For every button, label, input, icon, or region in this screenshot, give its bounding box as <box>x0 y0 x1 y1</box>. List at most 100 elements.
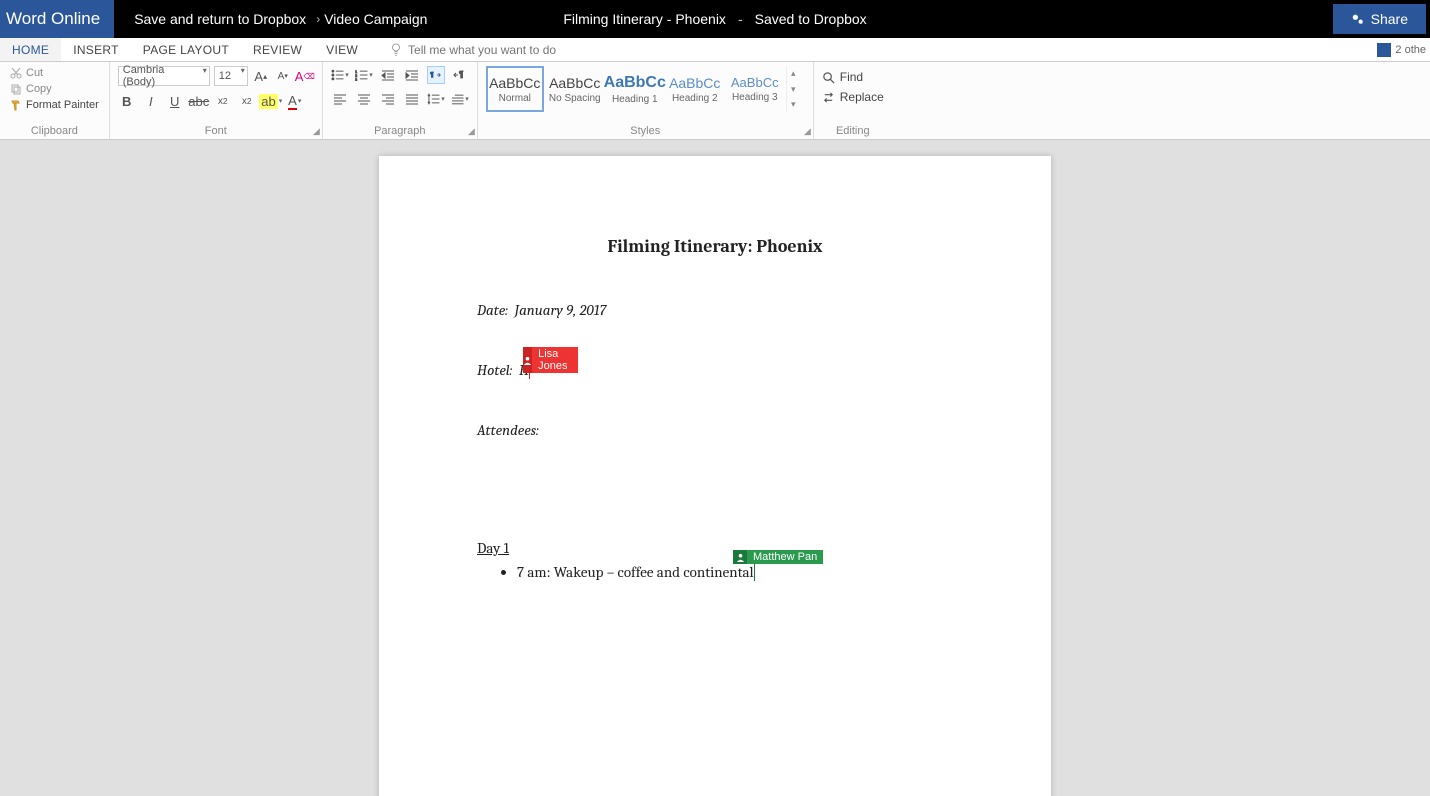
tab-view[interactable]: VIEW <box>314 38 370 61</box>
rtl-icon: ¶ <box>453 69 467 81</box>
find-button[interactable]: Find <box>822 70 884 84</box>
chevron-up-icon[interactable]: ▴ <box>791 68 796 79</box>
chevron-right-icon: › <box>316 12 320 26</box>
paragraph-dialog-launcher[interactable]: ◢ <box>468 126 475 137</box>
tell-me-search[interactable] <box>370 38 608 61</box>
share-button[interactable]: Share <box>1333 4 1426 34</box>
svg-text:3: 3 <box>355 78 357 81</box>
tab-home[interactable]: HOME <box>0 38 61 61</box>
grow-font-button[interactable]: A▴ <box>252 67 270 85</box>
font-color-button[interactable]: A▾ <box>286 92 304 110</box>
align-center-icon <box>357 93 371 105</box>
font-dialog-launcher[interactable]: ◢ <box>313 126 320 137</box>
format-painter-icon <box>10 99 22 111</box>
line-spacing-button[interactable]: ▾ <box>427 90 445 108</box>
lightbulb-icon <box>390 43 402 57</box>
special-indent-button[interactable]: ▾ <box>451 90 469 108</box>
justify-button[interactable] <box>403 90 421 108</box>
justify-icon <box>405 93 419 105</box>
italic-button[interactable]: I <box>142 92 160 110</box>
date-line[interactable]: Date: January 9, 2017 <box>477 301 953 319</box>
align-left-button[interactable] <box>331 90 349 108</box>
style-heading-3[interactable]: AaBbCc Heading 3 <box>726 66 784 112</box>
date-label: Date: <box>477 301 515 319</box>
styles-dialog-launcher[interactable]: ◢ <box>804 126 811 137</box>
align-center-button[interactable] <box>355 90 373 108</box>
list-item[interactable]: 7 am: Wakeup – coffee and continental Ma… <box>517 563 953 581</box>
day-heading[interactable]: Day 1 <box>477 539 953 557</box>
doc-title-wrap: Filming Itinerary - Phoenix - Saved to D… <box>563 11 866 27</box>
group-paragraph: ▾ 123▾ ¶ ¶ ▾ ▾ Paragraph ◢ <box>323 62 478 139</box>
highlight-button[interactable]: ab▾ <box>262 92 280 110</box>
cut-button[interactable]: Cut <box>8 66 101 80</box>
collaborator-name-lisa: Lisa Jones <box>532 347 578 373</box>
date-value: January 9, 2017 <box>515 301 607 319</box>
group-editing: Find Replace Editing <box>814 62 892 139</box>
day-1-list[interactable]: 7 am: Wakeup – coffee and continental Ma… <box>477 563 953 581</box>
format-painter-button[interactable]: Format Painter <box>8 98 101 112</box>
chevron-down-icon[interactable]: ▾ <box>791 84 796 95</box>
style-no-spacing[interactable]: AaBbCc No Spacing <box>546 66 604 112</box>
collaborator-tag-lisa[interactable]: Lisa Jones <box>523 347 578 373</box>
replace-button[interactable]: Replace <box>822 90 884 104</box>
styles-scroll[interactable]: ▴ ▾ ▾ <box>786 66 800 112</box>
increase-indent-button[interactable] <box>403 66 421 84</box>
collaborator-tag-matt[interactable]: Matthew Pan <box>733 550 823 564</box>
font-size-select[interactable]: 12 <box>214 66 248 86</box>
numbering-icon: 123 <box>355 69 368 81</box>
bold-button[interactable]: B <box>118 92 136 110</box>
align-right-button[interactable] <box>379 90 397 108</box>
bullets-icon <box>331 69 344 81</box>
svg-text:¶: ¶ <box>430 72 434 79</box>
ribbon: Cut Copy Format Painter Clipboard Cambri… <box>0 62 1430 140</box>
ltr-button[interactable]: ¶ <box>427 66 445 84</box>
svg-text:¶: ¶ <box>459 70 463 79</box>
attendees-line[interactable]: Attendees: <box>477 421 953 439</box>
presence-indicator[interactable]: 2 othe <box>1377 38 1430 61</box>
tab-insert[interactable]: INSERT <box>61 38 131 61</box>
bullets-button[interactable]: ▾ <box>331 66 349 84</box>
tab-review[interactable]: REVIEW <box>241 38 314 61</box>
font-name-select[interactable]: Cambria (Body) <box>118 66 210 86</box>
doc-title: Filming Itinerary - Phoenix <box>563 11 726 27</box>
group-clipboard: Cut Copy Format Painter Clipboard <box>0 62 110 139</box>
align-right-icon <box>381 93 395 105</box>
group-styles-label: Styles <box>486 125 805 139</box>
attendees-label: Attendees: <box>477 421 539 439</box>
hotel-line[interactable]: Hotel: H Lisa Jones <box>477 361 530 379</box>
strikethrough-button[interactable]: abc <box>190 92 208 110</box>
group-editing-label: Editing <box>822 125 884 139</box>
search-icon <box>822 71 835 84</box>
style-heading-2[interactable]: AaBbCc Heading 2 <box>666 66 724 112</box>
document-canvas[interactable]: Filming Itinerary: Phoenix Date: January… <box>0 140 1430 796</box>
person-icon <box>733 550 747 564</box>
breadcrumb-save-return[interactable]: Save and return to Dropbox <box>134 11 306 27</box>
group-styles: AaBbCc Normal AaBbCc No Spacing AaBbCc H… <box>478 62 814 139</box>
shrink-font-button[interactable]: A▾ <box>274 67 292 85</box>
app-brand[interactable]: Word Online <box>0 0 114 38</box>
style-normal[interactable]: AaBbCc Normal <box>486 66 544 112</box>
ribbon-tabs: HOME INSERT PAGE LAYOUT REVIEW VIEW 2 ot… <box>0 38 1430 62</box>
titlebar: Word Online Save and return to Dropbox ›… <box>0 0 1430 38</box>
rtl-button[interactable]: ¶ <box>451 66 469 84</box>
group-paragraph-label: Paragraph <box>331 125 469 139</box>
share-icon <box>1351 12 1365 26</box>
document-heading[interactable]: Filming Itinerary: Phoenix <box>477 236 953 257</box>
tab-page-layout[interactable]: PAGE LAYOUT <box>131 38 241 61</box>
group-font-label: Font <box>118 125 314 139</box>
numbering-button[interactable]: 123▾ <box>355 66 373 84</box>
special-indent-icon <box>451 93 464 105</box>
subscript-button[interactable]: x2 <box>214 92 232 110</box>
presence-count: 2 othe <box>1395 44 1426 56</box>
clear-formatting-button[interactable]: A⌫ <box>296 67 314 85</box>
underline-button[interactable]: U <box>166 92 184 110</box>
tell-me-input[interactable] <box>408 43 608 57</box>
copy-button[interactable]: Copy <box>8 82 101 96</box>
styles-more-icon[interactable]: ▾ <box>791 99 796 110</box>
breadcrumb-folder[interactable]: Video Campaign <box>324 11 427 27</box>
page-1[interactable]: Filming Itinerary: Phoenix Date: January… <box>379 156 1051 796</box>
style-heading-1[interactable]: AaBbCc Heading 1 <box>606 66 664 112</box>
save-status: Saved to Dropbox <box>755 11 867 27</box>
superscript-button[interactable]: x2 <box>238 92 256 110</box>
decrease-indent-button[interactable] <box>379 66 397 84</box>
